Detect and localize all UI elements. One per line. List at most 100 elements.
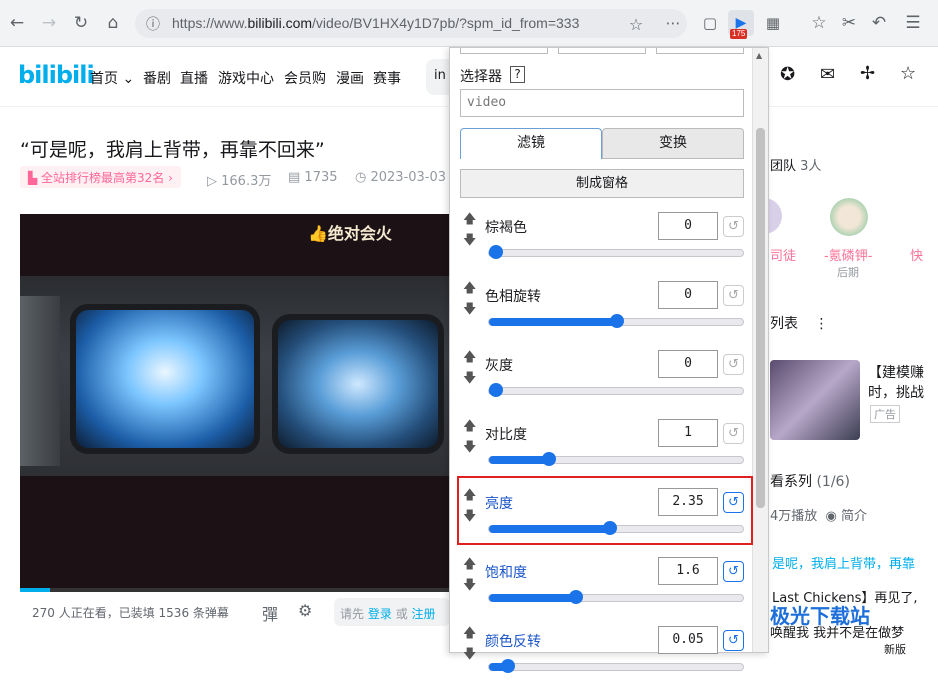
move-up-icon[interactable]: 🡅 bbox=[463, 279, 476, 301]
nav-anime[interactable]: 番剧 bbox=[143, 68, 171, 88]
move-up-icon[interactable]: 🡅 bbox=[463, 417, 476, 439]
move-down-icon[interactable]: 🡇 bbox=[463, 300, 476, 322]
slider-fill bbox=[489, 318, 617, 326]
panel-top-button[interactable] bbox=[558, 48, 646, 54]
tab-filter[interactable]: 滤镜 bbox=[460, 128, 602, 159]
tv-screen-left bbox=[70, 304, 260, 454]
filter-slider[interactable] bbox=[488, 590, 744, 604]
scrollbar-thumb[interactable] bbox=[756, 128, 765, 508]
nav-home[interactable]: 首页 ⌄ bbox=[90, 68, 134, 88]
video-watermark: 👍绝对会火 bbox=[308, 224, 392, 243]
make-pane-button[interactable]: 制成窗格 bbox=[460, 169, 744, 198]
filter-value-input[interactable]: 1 bbox=[658, 419, 718, 447]
message-icon[interactable]: ✉ bbox=[820, 64, 835, 85]
dynamic-icon[interactable]: ✪ bbox=[780, 64, 795, 85]
filter-value-input[interactable]: 0 bbox=[658, 350, 718, 378]
filter-slider[interactable] bbox=[488, 383, 744, 397]
move-up-icon[interactable]: 🡅 bbox=[463, 210, 476, 232]
nav-game[interactable]: 游戏中心 bbox=[218, 68, 274, 88]
home-icon[interactable]: ⌂ bbox=[100, 10, 126, 36]
reset-icon[interactable]: ↺ bbox=[723, 354, 744, 375]
tab-transform[interactable]: 变换 bbox=[602, 128, 744, 159]
cut-icon[interactable]: ✂ bbox=[836, 10, 862, 36]
danmaku-input[interactable]: 请先 登录 或 注册 bbox=[334, 598, 450, 626]
move-down-icon[interactable]: 🡇 bbox=[463, 231, 476, 253]
ad-thumbnail[interactable] bbox=[770, 360, 860, 440]
nav-live[interactable]: 直播 bbox=[180, 68, 208, 88]
panel-top-button[interactable] bbox=[460, 48, 548, 54]
slider-knob[interactable] bbox=[489, 245, 503, 259]
player-footer: 270 人正在看，已装填 1536 条弹幕 彈 ⚙ 请先 登录 或 注册 bbox=[20, 592, 450, 632]
help-icon[interactable]: ? bbox=[510, 66, 525, 83]
series-item-current[interactable]: 是呢，我肩上背带，再靠 bbox=[772, 553, 915, 572]
member-name-1[interactable]: 司徒 bbox=[770, 245, 796, 264]
reset-icon[interactable]: ↺ bbox=[723, 285, 744, 306]
member-name-2[interactable]: -氪磷钾- bbox=[824, 245, 872, 264]
pocket-icon[interactable]: ▢ bbox=[697, 10, 723, 36]
reset-icon[interactable]: ↺ bbox=[723, 561, 744, 582]
series-meta: 4万播放 ◉ 简介 bbox=[770, 509, 868, 524]
move-down-icon[interactable]: 🡇 bbox=[463, 369, 476, 391]
grid-dots-icon[interactable]: ⋯ bbox=[660, 10, 686, 36]
reload-icon[interactable]: ↻ bbox=[68, 10, 94, 36]
site-info-icon[interactable]: ⓘ bbox=[140, 11, 166, 37]
reset-icon[interactable]: ↺ bbox=[723, 216, 744, 237]
member-name-3[interactable]: 快 bbox=[910, 245, 923, 264]
fan-icon[interactable]: ✢ bbox=[860, 63, 875, 84]
url-text[interactable]: https://www.bilibili.com/video/BV1HX4y1D… bbox=[172, 15, 579, 31]
move-down-icon[interactable]: 🡇 bbox=[463, 576, 476, 598]
reset-icon[interactable]: ↺ bbox=[723, 630, 744, 651]
series-title: 看系列 (1/6) bbox=[770, 474, 850, 490]
move-down-icon[interactable]: 🡇 bbox=[463, 438, 476, 460]
filter-value-input[interactable]: 0 bbox=[658, 281, 718, 309]
extension-badge: 175 bbox=[730, 29, 748, 39]
danmaku-settings-icon[interactable]: ⚙ bbox=[298, 601, 312, 620]
selector-input[interactable]: video bbox=[460, 89, 744, 117]
move-down-icon[interactable]: 🡇 bbox=[463, 645, 476, 667]
filter-value-input[interactable]: 1.6 bbox=[658, 557, 718, 585]
site-watermark-logo: 极光下载站 bbox=[770, 604, 870, 628]
slider-knob[interactable] bbox=[501, 659, 515, 673]
login-link[interactable]: 登录 bbox=[368, 607, 392, 621]
undo-icon[interactable]: ↶ bbox=[866, 10, 892, 36]
slider-knob[interactable] bbox=[569, 590, 583, 604]
favorites-icon[interactable]: ☆ bbox=[806, 10, 832, 36]
menu-icon[interactable]: ☰ bbox=[900, 10, 926, 36]
nav-shop[interactable]: 会员购 bbox=[284, 68, 326, 88]
address-bar[interactable]: ⓘ https://www.bilibili.com/video/BV1HX4y… bbox=[135, 9, 687, 38]
publish-date: ◷ 2023-03-03 bbox=[355, 170, 447, 185]
danmaku-toggle-icon[interactable]: 彈 bbox=[262, 601, 278, 625]
filter-value-input[interactable]: 0 bbox=[658, 212, 718, 240]
move-up-icon[interactable]: 🡅 bbox=[463, 348, 476, 370]
ad-title[interactable]: 【建模赚 时，挑战 bbox=[868, 362, 924, 402]
favorite-icon[interactable]: ☆ bbox=[900, 63, 916, 84]
panel-top-button[interactable] bbox=[656, 48, 744, 54]
filter-value-input[interactable]: 0.05 bbox=[658, 626, 718, 654]
nav-comics[interactable]: 漫画 bbox=[336, 68, 364, 88]
filter-label: 颜色反转 bbox=[485, 634, 541, 650]
ad-tag: 广告 bbox=[870, 405, 900, 423]
scroll-up-icon[interactable]: ▲ bbox=[756, 51, 762, 60]
avatar[interactable] bbox=[830, 198, 868, 236]
move-up-icon[interactable]: 🡅 bbox=[463, 624, 476, 646]
filter-slider[interactable] bbox=[488, 659, 744, 673]
apps-grid-icon[interactable]: ▦ bbox=[760, 10, 786, 36]
move-up-icon[interactable]: 🡅 bbox=[463, 555, 476, 577]
forward-icon[interactable]: → bbox=[36, 10, 62, 36]
slider-knob[interactable] bbox=[542, 452, 556, 466]
bookmark-star-icon[interactable]: ☆ bbox=[623, 11, 649, 37]
rank-badge[interactable]: ▙ 全站排行榜最高第32名 › bbox=[20, 166, 181, 188]
back-icon[interactable]: ← bbox=[4, 10, 30, 36]
slider-knob[interactable] bbox=[610, 314, 624, 328]
nav-esports[interactable]: 赛事 bbox=[373, 68, 401, 88]
selector-label: 选择器 bbox=[460, 69, 502, 85]
filter-slider[interactable] bbox=[488, 452, 744, 466]
video-player[interactable]: 👍绝对会火 bbox=[20, 214, 450, 588]
bilibili-logo[interactable]: bilibili bbox=[18, 61, 95, 89]
reset-icon[interactable]: ↺ bbox=[723, 423, 744, 444]
filter-slider[interactable] bbox=[488, 314, 744, 328]
register-link[interactable]: 注册 bbox=[412, 607, 436, 621]
slider-knob[interactable] bbox=[489, 383, 503, 397]
filter-slider[interactable] bbox=[488, 245, 744, 259]
browser-toolbar: ← → ↻ ⌂ ⓘ https://www.bilibili.com/video… bbox=[0, 0, 938, 47]
